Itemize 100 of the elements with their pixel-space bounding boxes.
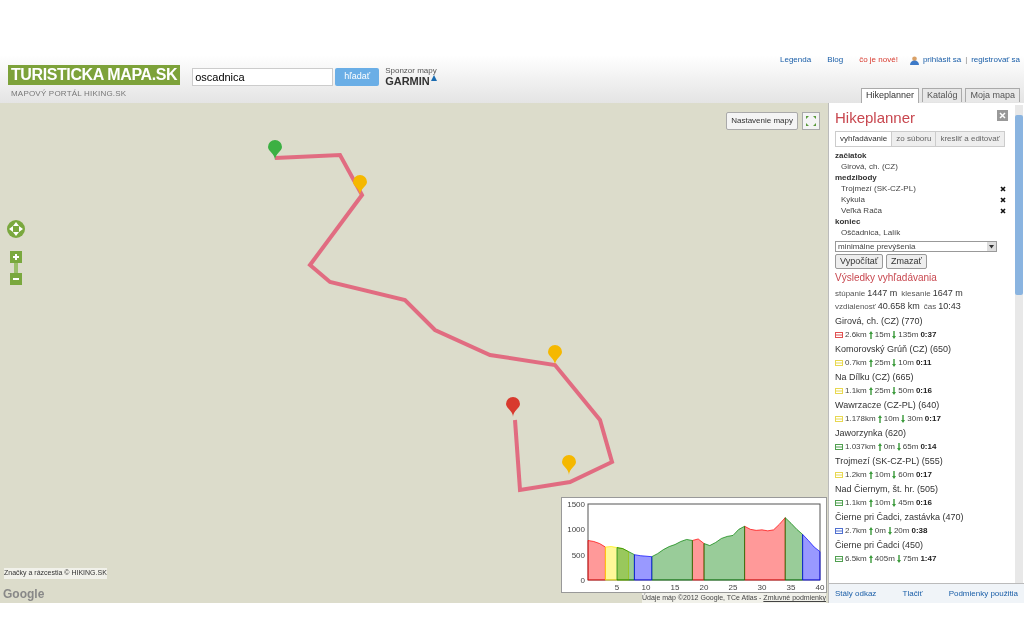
- route-point: Wawrzacze (CZ-PL) (640): [835, 399, 941, 412]
- distance: 1.2km: [845, 469, 867, 481]
- remove-icon[interactable]: [1000, 207, 1006, 214]
- ascent: 405m: [874, 553, 895, 565]
- header-link[interactable]: Legenda: [780, 54, 812, 66]
- close-icon[interactable]: [997, 110, 1008, 121]
- descent: 30m: [907, 413, 923, 425]
- up-arrow-icon: [868, 555, 873, 563]
- route-point: Girová, ch. (CZ) (770): [835, 315, 924, 328]
- distance: 6.5km: [845, 553, 867, 565]
- panel-tab[interactable]: Moja mapa: [965, 88, 1020, 102]
- calculate-button[interactable]: Vypočítať: [835, 254, 884, 269]
- separator: |: [965, 54, 968, 66]
- ascent: 0m: [883, 441, 895, 453]
- up-arrow-icon: [868, 387, 873, 395]
- up-arrow-icon: [877, 415, 882, 423]
- distance: 2.7km: [845, 525, 867, 537]
- route-point: Nad Čiernym, št. hr. (505): [835, 483, 940, 496]
- y-tick-label: 500: [571, 550, 585, 560]
- descent: 20m: [893, 525, 910, 537]
- descent: 60m: [898, 469, 914, 481]
- stat-label: vzdialenosť: [835, 301, 876, 313]
- register-link[interactable]: registrovať sa: [971, 54, 1020, 66]
- x-tick-label: 40: [815, 583, 825, 592]
- duration: 0:14: [920, 441, 937, 453]
- user-icon: [909, 55, 919, 65]
- duration: 0:17: [915, 469, 932, 481]
- header-link[interactable]: Blog: [827, 54, 844, 66]
- ascent: 10m: [883, 413, 900, 425]
- duration: 1:47: [920, 553, 937, 565]
- stat-label: stúpanie: [835, 288, 866, 300]
- down-arrow-icon: [892, 387, 897, 395]
- ascent: 0m: [874, 525, 886, 537]
- x-tick-label: 35: [786, 583, 796, 592]
- down-arrow-icon: [892, 359, 897, 367]
- descent: 45m: [898, 497, 914, 509]
- up-arrow-icon: [877, 443, 882, 451]
- x-tick-label: 10: [641, 583, 651, 592]
- stat-value: 40.658 km: [877, 300, 920, 313]
- route-point: Komorovský Grúň (CZ) (650): [835, 343, 953, 356]
- waypoint: Veľká Rača: [841, 205, 883, 216]
- x-tick-label: 20: [699, 583, 709, 592]
- footer-link[interactable]: Podmienky použitia: [948, 587, 1018, 600]
- route-mode-dropdown[interactable]: minimálne prevýšenia: [835, 241, 997, 252]
- search-field[interactable]: oscadnica: [192, 68, 334, 86]
- remove-icon[interactable]: [1000, 185, 1006, 192]
- x-tick-label: 25: [728, 583, 738, 592]
- panel-tab[interactable]: Hikeplanner: [860, 88, 919, 103]
- route-point: Čierne pri Čadci, zastávka (470): [835, 511, 965, 524]
- y-tick-label: 1500: [567, 500, 585, 509]
- dropdown-arrow-icon[interactable]: [987, 242, 996, 251]
- sponsor-name: GARMIN: [385, 75, 430, 87]
- stat-value: 1647 m: [932, 287, 963, 300]
- footer-link[interactable]: Tlačiť: [902, 587, 923, 600]
- fullscreen-icon[interactable]: [802, 112, 820, 130]
- section-label: koniec: [835, 216, 862, 227]
- down-arrow-icon: [892, 471, 897, 479]
- remove-icon[interactable]: [1000, 196, 1006, 203]
- descent: 10m: [898, 357, 914, 369]
- x-tick-label: 15: [670, 583, 680, 592]
- pan-control-icon[interactable]: [6, 219, 26, 239]
- distance: 2.6km: [845, 329, 867, 341]
- sponsor-label: Sponzor mapy: [385, 66, 437, 75]
- waypoint: Trojmezí (SK-CZ-PL): [841, 183, 916, 194]
- ascent: 10m: [874, 497, 891, 509]
- footer-link[interactable]: Stály odkaz: [835, 587, 877, 600]
- descent: 65m: [902, 441, 919, 453]
- section-label: medzibody: [835, 172, 878, 183]
- duration: 0:16: [915, 385, 932, 397]
- descent: 50m: [898, 385, 914, 397]
- up-arrow-icon: [868, 359, 873, 367]
- y-tick-label: 0: [580, 576, 585, 585]
- ascent: 25m: [874, 357, 891, 369]
- ascent: 25m: [874, 385, 891, 397]
- distance: 1.1km: [845, 385, 867, 397]
- x-tick-label: 30: [757, 583, 767, 592]
- login-link[interactable]: prihlásit sa: [922, 54, 962, 66]
- planner-tab[interactable]: zo súboru: [892, 132, 937, 146]
- duration: 0:38: [911, 525, 928, 537]
- panel-tab[interactable]: Katalóg: [921, 88, 963, 102]
- stat-label: čas: [923, 301, 937, 313]
- header-link[interactable]: čo je nové!: [859, 54, 898, 66]
- clear-button[interactable]: Zmazať: [886, 254, 927, 269]
- up-arrow-icon: [868, 331, 873, 339]
- planner-tab[interactable]: kresliť a editovať: [936, 132, 1005, 146]
- results-title: Výsledky vyhľadávania: [835, 271, 938, 285]
- panel-title: Hikeplanner: [835, 109, 916, 127]
- up-arrow-icon: [868, 499, 873, 507]
- map-settings-button[interactable]: Nastavenie mapy: [726, 112, 798, 130]
- stat-value: 1447 m: [867, 287, 898, 300]
- distance: 1.1km: [845, 497, 867, 509]
- down-arrow-icon: [896, 555, 901, 563]
- stat-label: klesanie: [901, 288, 931, 300]
- up-arrow-icon: [868, 527, 873, 535]
- google-logo: Google: [3, 586, 45, 603]
- stat-value: 10:43: [938, 300, 961, 313]
- route-point: Čierne pri Čadci (450): [835, 539, 925, 552]
- zoom-control-icon[interactable]: [10, 251, 22, 285]
- scrollbar[interactable]: [1015, 105, 1023, 583]
- down-arrow-icon: [892, 499, 897, 507]
